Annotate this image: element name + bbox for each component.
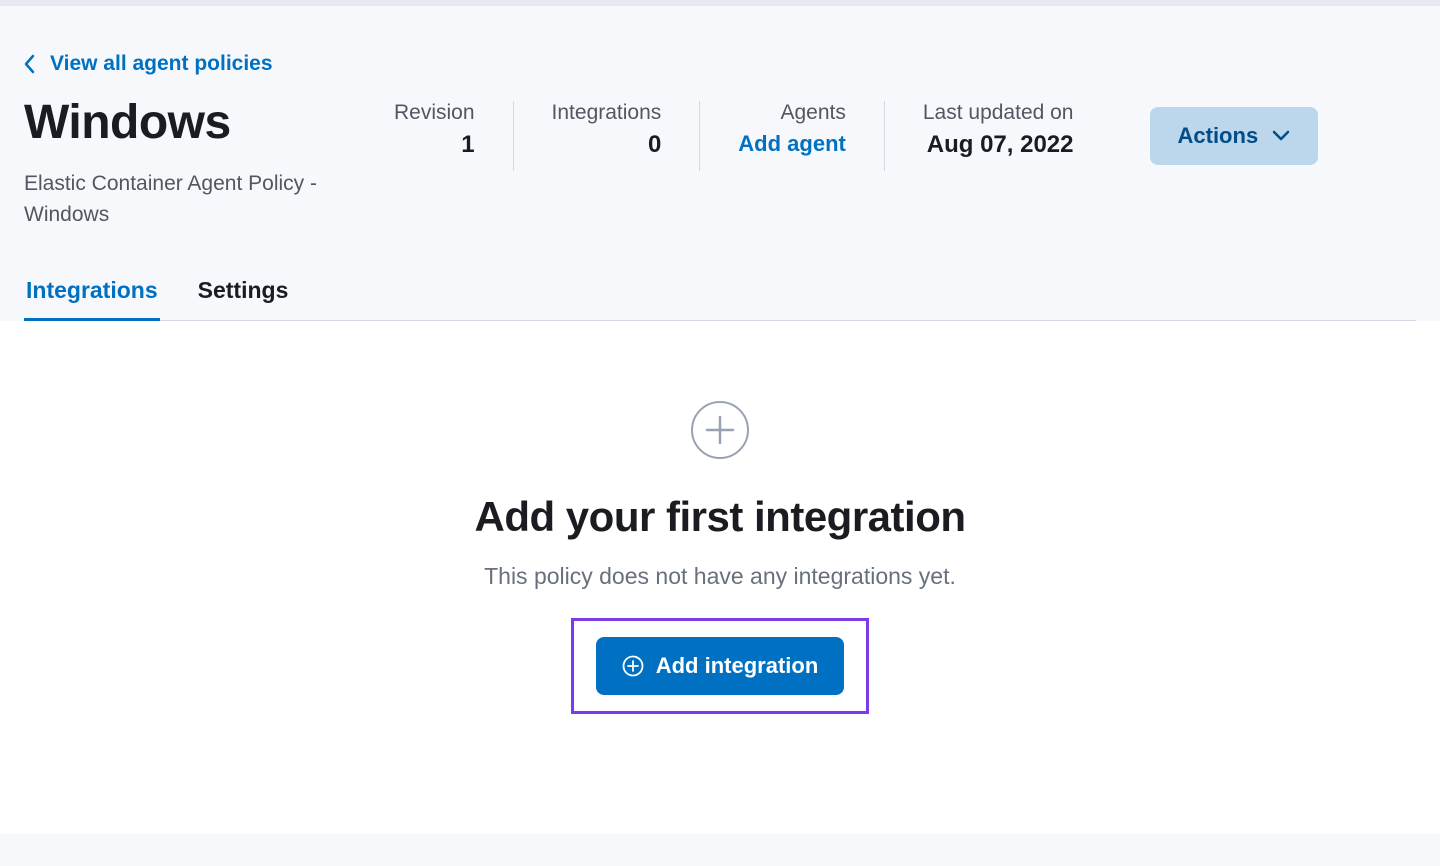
back-link[interactable]: View all agent policies [24,52,273,76]
add-integration-button[interactable]: Add integration [596,637,845,695]
stat-value: 0 [648,131,661,159]
stat-value: 1 [461,131,474,159]
tabs: Integrations Settings [24,277,1416,321]
empty-body: This policy does not have any integratio… [24,563,1416,590]
stat-label: Revision [394,101,475,125]
page-subtitle: Elastic Container Agent Policy - Windows [24,168,364,231]
stat-last-updated: Last updated on Aug 07, 2022 [884,101,1112,171]
stats-row: Revision 1 Integrations 0 Agents Add age… [394,101,1318,171]
highlight-annotation: Add integration [571,618,870,714]
plus-circle-icon [622,655,644,677]
stat-revision: Revision 1 [394,101,513,171]
chevron-left-icon [24,54,36,74]
actions-button-label: Actions [1178,123,1259,149]
stat-label: Integrations [552,101,662,125]
back-link-label: View all agent policies [50,52,273,76]
stat-label: Last updated on [923,101,1074,125]
add-agent-link[interactable]: Add agent [738,131,846,157]
stat-value: Aug 07, 2022 [927,131,1074,159]
page-header: View all agent policies Windows Elastic … [0,6,1440,321]
empty-title: Add your first integration [24,493,1416,541]
stat-integrations: Integrations 0 [513,101,700,171]
add-integration-label: Add integration [656,653,819,679]
tab-integrations[interactable]: Integrations [24,277,160,320]
empty-state: Add your first integration This policy d… [0,321,1440,834]
plus-circle-icon [691,401,749,459]
page-title: Windows [24,97,394,150]
stat-label: Agents [780,101,845,125]
stat-agents: Agents Add agent [699,101,884,171]
actions-button[interactable]: Actions [1150,107,1319,165]
chevron-down-icon [1272,130,1290,142]
tab-settings[interactable]: Settings [196,277,291,320]
